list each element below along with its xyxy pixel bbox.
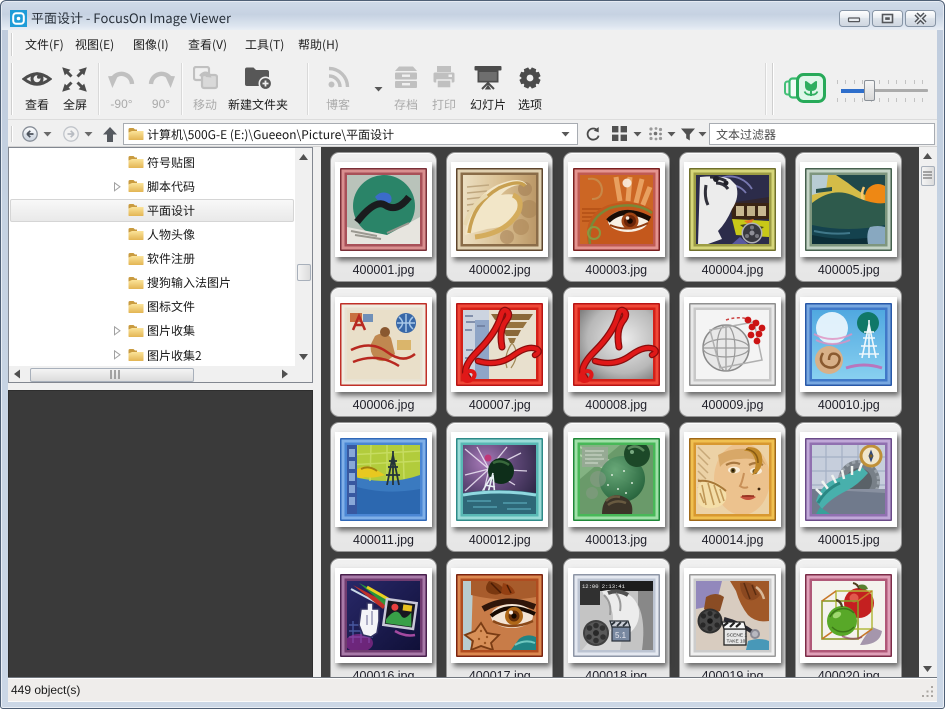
svg-text:TAKE 10: TAKE 10 xyxy=(727,638,746,644)
svg-text:12:00 2:13:41: 12:00 2:13:41 xyxy=(582,583,626,590)
svg-text:SCENE 1: SCENE 1 xyxy=(727,632,748,638)
svg-text:5.1: 5.1 xyxy=(615,631,627,640)
